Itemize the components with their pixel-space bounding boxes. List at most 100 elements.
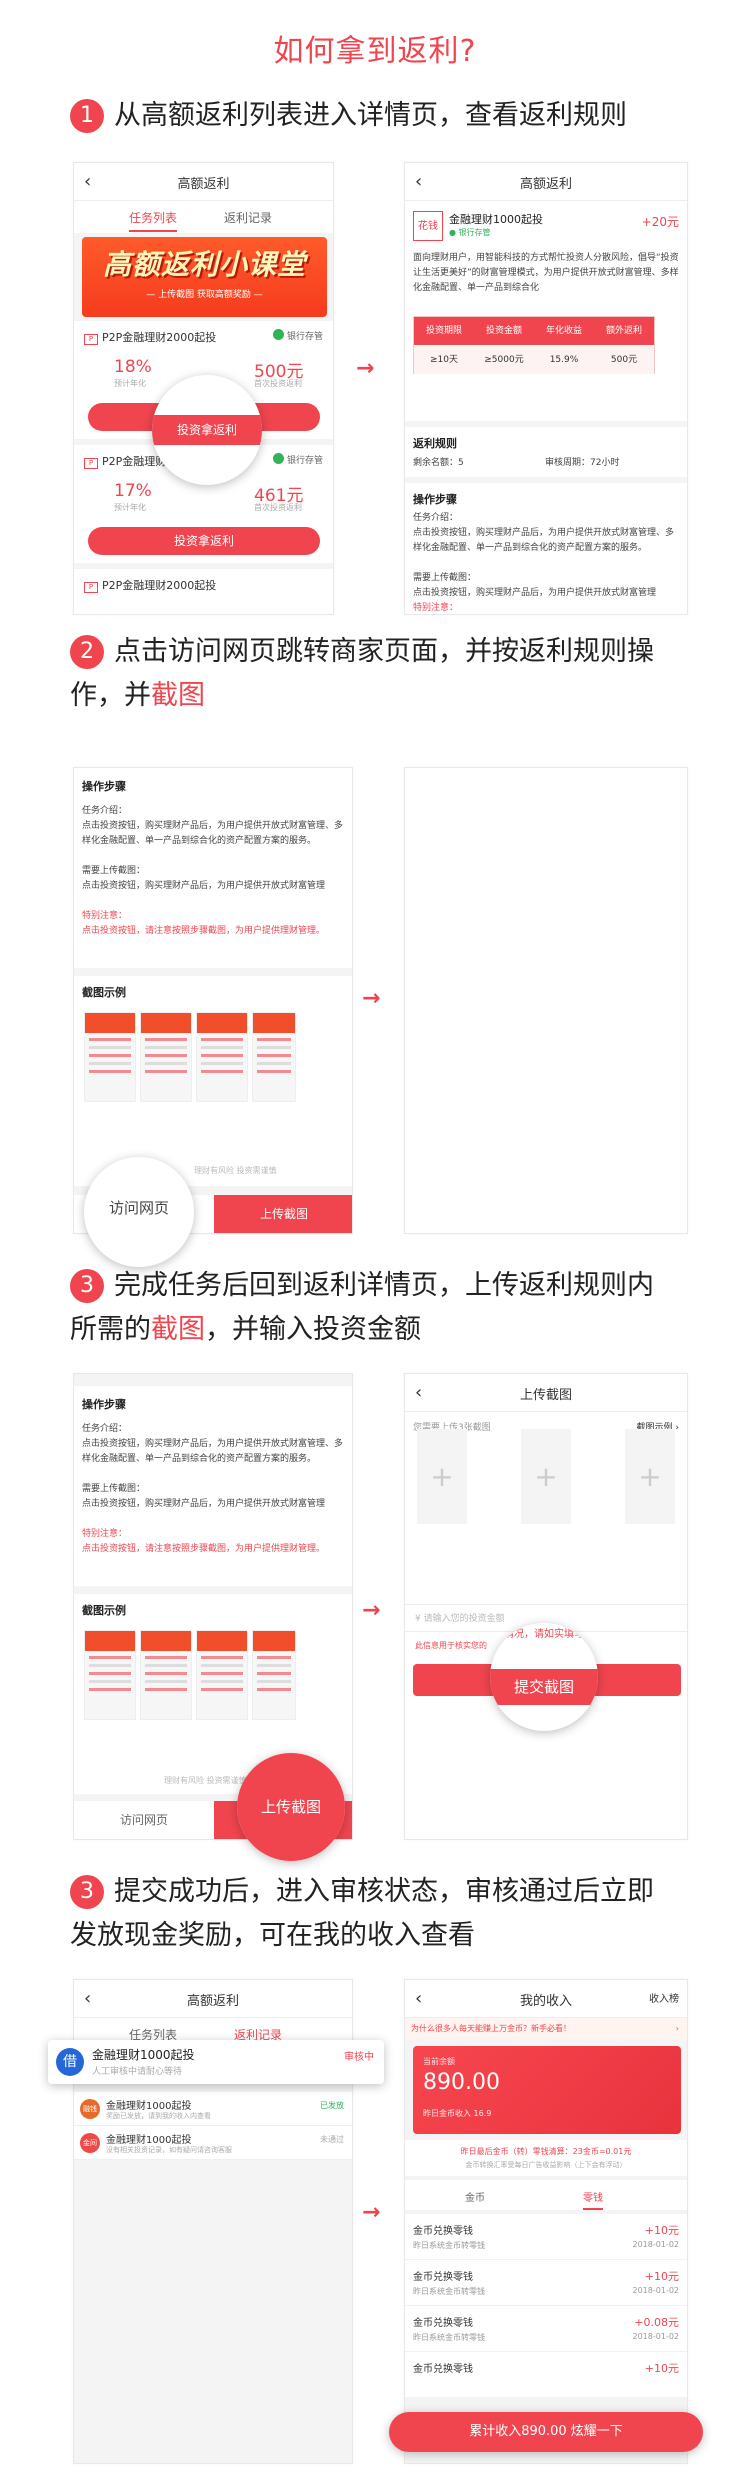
need-upload-label: 需要上传截图： xyxy=(413,573,477,583)
tab-tasks[interactable]: 任务列表 xyxy=(129,209,178,232)
upload-slot[interactable]: + xyxy=(417,1429,467,1524)
bank-tag: ● 银行存管 xyxy=(449,228,491,237)
table-header: 投资期限 xyxy=(414,317,474,345)
product-icon: P xyxy=(84,582,98,593)
record-sub: 奖励已发放，请到我的收入内查看 xyxy=(106,2112,211,2120)
yesterday-income: 昨日金币收入 16.9 xyxy=(423,2109,492,2118)
record-name: 金融理财1000起投 xyxy=(106,2101,192,2112)
promo-bar[interactable]: 为什么很多人每天能赚上万金币？新手必看！ › xyxy=(405,2018,687,2040)
ops-title: 操作步骤 xyxy=(82,780,126,793)
step-1-number: 1 xyxy=(70,99,104,133)
step-3: 3 完成任务后回到返利详情页，上传返利规则内 所需的截图，并输入投资金额 xyxy=(70,1269,654,1345)
rules-title: 返利规则 xyxy=(413,437,457,450)
upload-screenshot-button[interactable]: 上传截图 xyxy=(214,1195,352,1233)
special-note-label: 特别注意： xyxy=(82,1529,128,1539)
example-thumb[interactable] xyxy=(252,1630,296,1720)
tab-bar: 任务列表 返利记录 xyxy=(74,201,333,233)
upload-screenshot-zoom[interactable]: 上传截图 xyxy=(237,1753,345,1861)
example-thumb[interactable] xyxy=(84,1630,136,1720)
special-note-label: 特别注意： xyxy=(82,911,128,921)
upload-slot[interactable]: + xyxy=(625,1429,675,1524)
banner-title: 高额返利小课堂 xyxy=(102,248,306,281)
need-upload-label: 需要上传截图： xyxy=(82,866,146,876)
reward-amount: +20元 xyxy=(641,215,679,229)
example-title: 截图示例 xyxy=(82,986,126,999)
task-intro-text: 点击投资按钮，购买理财产品后，为用户提供开放式财富管理、多样化金融配置、单一产品… xyxy=(82,1439,344,1464)
table-cell: ≥10天 xyxy=(414,346,474,374)
warning-zoom: 情况，请如实填写 xyxy=(504,1629,584,1640)
income-rank-link[interactable]: 收入榜 xyxy=(649,1990,679,2005)
invest-button-zoom[interactable]: 投资拿返利 xyxy=(152,415,262,445)
submit-zoom[interactable]: 提交截图 xyxy=(490,1669,598,1705)
example-thumb[interactable] xyxy=(84,1012,136,1102)
product-icon: P xyxy=(84,458,98,469)
nav-bar: ‹ 我的收入 收入榜 xyxy=(405,1980,687,2018)
first-rebate-label: 首次投资返利 xyxy=(254,379,302,388)
table-cell: ≥5000元 xyxy=(474,346,534,374)
example-thumb[interactable] xyxy=(140,1012,192,1102)
magnifier: 情况，请如实填写 提交截图 xyxy=(490,1623,598,1731)
step-2: 2 点击访问网页跳转商家页面，并按返利规则操 作，并截图 xyxy=(70,635,654,711)
visit-web-button[interactable]: 访问网页 xyxy=(74,1801,214,1839)
ops-title: 操作步骤 xyxy=(413,493,457,506)
pending-record-popout[interactable]: 借 金融理财1000起投 人工审核中请耐心等待 审核中 xyxy=(48,2040,384,2084)
magnifier: 访问网页 xyxy=(84,1157,194,1267)
record-item[interactable]: 融钱 金融理财1000起投 奖励已发放，请到我的收入内查看 已发放 xyxy=(74,2092,352,2126)
arrow-right-icon: → xyxy=(362,986,381,1011)
ops-title: 操作步骤 xyxy=(82,1398,126,1411)
income-row: 金币兑换零钱 昨日系统金币转零钱 +10元 2018-01-02 xyxy=(405,2214,687,2260)
product-icon: P xyxy=(84,334,98,345)
rebate-detail-screen: ‹ 高额返利 花钱 金融理财1000起投 ● 银行存管 +20元 面向理财用户，用… xyxy=(404,162,688,615)
example-thumb[interactable] xyxy=(196,1012,248,1102)
table-header: 投资金额 xyxy=(474,317,534,345)
operation-section: 操作步骤 任务介绍： 点击投资按钮，购买理财产品后，为用户提供开放式财富管理、多… xyxy=(74,768,352,968)
tab-cash[interactable]: 零钱 xyxy=(583,2189,603,2210)
status-badge: 已发放 xyxy=(320,2101,344,2110)
product-name: P P2P金融理财2000起投 xyxy=(84,329,216,345)
step-3-number: 3 xyxy=(70,1269,104,1303)
balance-value: 890.00 xyxy=(423,2070,500,2095)
banner-subtitle: — 上传截图 获取高额奖励 — xyxy=(146,290,263,300)
status-badge: 未通过 xyxy=(320,2135,344,2144)
risk-note: 理财有风险 投资需谨慎 xyxy=(164,1776,247,1785)
tab-records[interactable]: 返利记录 xyxy=(224,209,272,226)
rate-line: 昨日最后金币（转）零钱清算：23金币=0.01元 xyxy=(460,2147,632,2156)
check-icon xyxy=(272,329,284,340)
product-card[interactable]: P P2P金融理财2000起投 xyxy=(74,569,333,614)
promo-banner[interactable]: 高额返利小课堂 — 上传截图 获取高额奖励 — xyxy=(82,237,327,317)
example-thumb[interactable] xyxy=(140,1630,192,1720)
arrow-right-icon: → xyxy=(356,356,375,381)
magnifier: 投资拿返利 xyxy=(152,375,262,485)
upload-slot[interactable]: + xyxy=(521,1429,571,1524)
remaining-quota: 剩余名额：5 xyxy=(413,458,464,468)
record-name: 金融理财1000起投 xyxy=(106,2135,192,2146)
example-thumb[interactable] xyxy=(252,1012,296,1102)
step-2-number: 2 xyxy=(70,635,104,669)
visit-web-zoom[interactable]: 访问网页 xyxy=(84,1197,194,1218)
app-icon: 借 xyxy=(56,2048,84,2076)
first-rebate-label: 首次投资返利 xyxy=(254,503,302,512)
special-note-label: 特别注意： xyxy=(413,603,459,613)
step-4-number: 3 xyxy=(70,1875,104,1909)
record-item[interactable]: 金间 金融理财1000起投 没有相关投资记录，如有疑问请咨询客服 未通过 xyxy=(74,2126,352,2160)
annual-rate: 17% xyxy=(114,481,152,501)
balance-card: 当前余额 890.00 昨日金币收入 16.9 xyxy=(413,2046,681,2134)
screen-title: 高额返利 xyxy=(186,1994,239,2009)
tab-coin[interactable]: 金币 xyxy=(465,2189,485,2204)
table-header: 年化收益 xyxy=(534,317,594,345)
show-off-button[interactable]: 累计收入890.00 炫耀一下 xyxy=(389,2412,703,2452)
task-intro-text: 点击投资按钮，购买理财产品后，为用户提供开放式财富管理、多样化金融配置、单一产品… xyxy=(413,528,675,553)
rate-info: 昨日最后金币（转）零钱清算：23金币=0.01元 金币转换汇率受每日广告收益影响… xyxy=(405,2140,687,2176)
product-logo: 花钱 xyxy=(413,211,443,241)
risk-note: 理财有风险 投资需谨慎 xyxy=(194,1166,277,1175)
nav-bar: ‹ 上传截图 xyxy=(405,1374,687,1412)
rebate-table: 投资期限 投资金额 年化收益 额外返利 ≥10天 ≥5000元 15.9% 50… xyxy=(413,316,655,374)
product-name: P P2P金融理财2000起投 xyxy=(84,577,216,593)
example-thumb[interactable] xyxy=(196,1630,248,1720)
invest-button[interactable]: 投资拿返利 xyxy=(88,527,320,555)
chevron-right-icon: › xyxy=(675,2024,679,2033)
income-tabs: 金币 零钱 xyxy=(405,2180,687,2210)
record-sub: 没有相关投资记录，如有疑问请咨询客服 xyxy=(106,2146,232,2154)
warning-text: 此信息用于核实您的 xyxy=(415,1641,487,1650)
need-upload-text: 点击投资按钮，购买理财产品后，为用户提供开放式财富管理 xyxy=(82,1499,326,1509)
